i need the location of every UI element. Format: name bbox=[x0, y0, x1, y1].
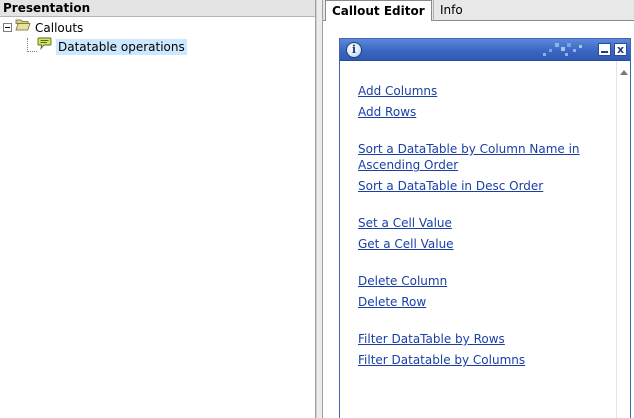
link-group: Delete Column Delete Row bbox=[358, 273, 603, 310]
collapse-toggle-icon[interactable] bbox=[3, 23, 12, 32]
callout-link[interactable]: Delete Row bbox=[358, 294, 603, 310]
callout-link[interactable]: Get a Cell Value bbox=[358, 236, 603, 252]
link-group: Add Columns Add Rows bbox=[358, 83, 603, 120]
link-group: Sort a DataTable by Column Name in Ascen… bbox=[358, 141, 603, 194]
callout-window: i x Add Columns Add Rows Sort a DataTabl… bbox=[339, 38, 631, 418]
callout-link[interactable]: Sort a DataTable in Desc Order bbox=[358, 178, 603, 194]
close-button[interactable]: x bbox=[614, 43, 627, 56]
link-group: Set a Cell Value Get a Cell Value bbox=[358, 215, 603, 252]
presentation-pane: Presentation Callouts Datatable operatio… bbox=[0, 0, 316, 418]
app-window: Presentation Callouts Datatable operatio… bbox=[0, 0, 634, 418]
callout-link[interactable]: Set a Cell Value bbox=[358, 215, 603, 231]
tree-node-label: Callouts bbox=[35, 21, 84, 35]
open-folder-icon bbox=[15, 18, 31, 37]
tree-node-callouts[interactable]: Callouts bbox=[0, 19, 315, 38]
callout-link[interactable]: Add Rows bbox=[358, 104, 603, 120]
titlebar-dots-decoration bbox=[535, 41, 595, 62]
presentation-tree: Callouts Datatable operations bbox=[0, 17, 315, 57]
callout-link[interactable]: Sort a DataTable by Column Name in Ascen… bbox=[358, 141, 603, 173]
callout-body: Add Columns Add Rows Sort a DataTable by C… bbox=[340, 61, 630, 418]
callout-bubble-icon bbox=[37, 37, 52, 56]
callout-links: Add Columns Add Rows Sort a DataTable by C… bbox=[358, 83, 603, 389]
pane-splitter[interactable] bbox=[316, 0, 323, 418]
info-icon: i bbox=[346, 42, 362, 58]
tab-info[interactable]: Info bbox=[433, 0, 469, 22]
callout-link[interactable]: Filter DataTable by Rows bbox=[358, 331, 603, 347]
link-group: Filter DataTable by Rows Filter Datatable… bbox=[358, 331, 603, 368]
callout-link[interactable]: Filter Datatable by Columns bbox=[358, 352, 603, 368]
minimize-button[interactable] bbox=[598, 43, 611, 56]
tree-node-label-selected: Datatable operations bbox=[56, 39, 187, 55]
tab-bar: Callout Editor Info bbox=[323, 0, 634, 22]
tree-node-datatable-operations[interactable]: Datatable operations bbox=[0, 37, 315, 57]
presentation-header: Presentation bbox=[0, 0, 315, 17]
callout-editor-area: i x Add Columns Add Rows Sort a DataTabl… bbox=[323, 21, 634, 418]
callout-titlebar[interactable]: i x bbox=[340, 39, 630, 61]
tab-callout-editor[interactable]: Callout Editor bbox=[325, 0, 432, 22]
scroll-up-arrow-icon[interactable] bbox=[620, 70, 628, 75]
callout-link[interactable]: Add Columns bbox=[358, 83, 603, 99]
callout-link[interactable]: Delete Column bbox=[358, 273, 603, 289]
vertical-scrollbar[interactable] bbox=[616, 61, 630, 418]
editor-pane: Callout Editor Info i x Add Columns Add … bbox=[323, 0, 634, 418]
